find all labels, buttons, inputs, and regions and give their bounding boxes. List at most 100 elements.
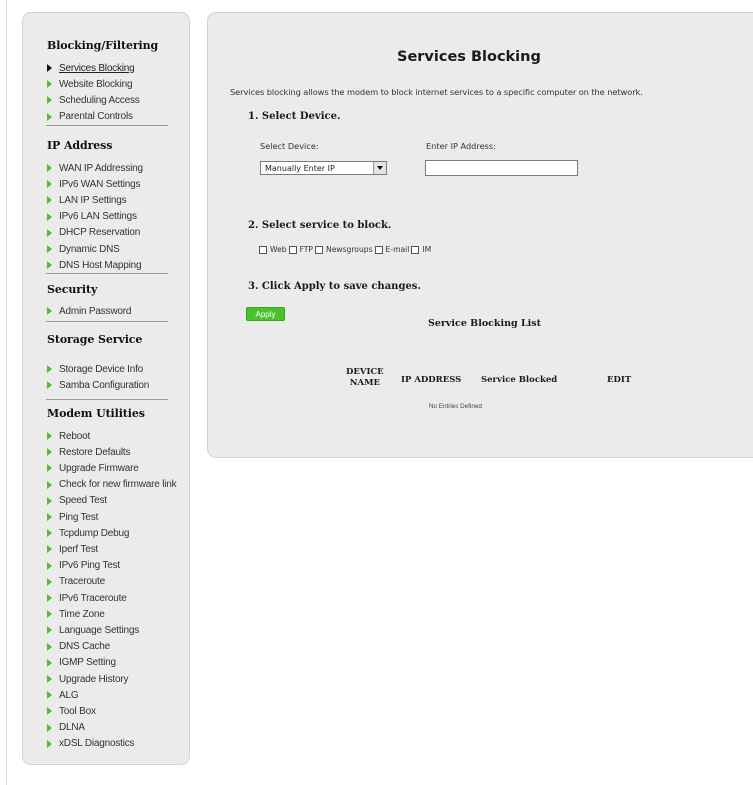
sidebar-item-samba-configuration[interactable]: Samba Configuration <box>47 378 149 392</box>
triangle-arrow-icon <box>47 112 52 121</box>
sidebar-item-storage-device-info[interactable]: Storage Device Info <box>47 362 143 376</box>
sidebar-item-check-for-new-firmware-link[interactable]: Check for new firmware link <box>47 478 177 492</box>
sidebar-item-tcpdump-debug[interactable]: Tcpdump Debug <box>47 526 129 540</box>
triangle-arrow-icon <box>47 642 52 651</box>
triangle-arrow-icon <box>47 365 52 373</box>
sidebar-item-label: Language Settings <box>59 624 140 636</box>
sidebar-item-label: Check for new firmware link <box>59 479 177 491</box>
triangle-arrow-icon <box>47 529 52 538</box>
sidebar-item-label: Iperf Test <box>59 543 98 555</box>
sidebar-item-restore-defaults[interactable]: Restore Defaults <box>47 445 130 459</box>
triangle-arrow-icon <box>47 80 52 89</box>
sidebar-item-website-blocking[interactable]: Website Blocking <box>47 77 133 91</box>
sidebar-item-label: IPv6 WAN Settings <box>59 178 141 190</box>
sidebar-item-wan-ip-addressing[interactable]: WAN IP Addressing <box>47 161 143 175</box>
sidebar-item-tool-box[interactable]: Tool Box <box>47 704 96 718</box>
service-checkbox-row: Web FTP Newsgroups E-mail IM <box>259 245 433 254</box>
sidebar-item-label: LAN IP Settings <box>59 194 127 206</box>
triangle-arrow-icon <box>47 464 52 473</box>
sidebar-item-xdsl-diagnostics[interactable]: xDSL Diagnostics <box>47 737 135 751</box>
sidebar-item-parental-controls[interactable]: Parental Controls <box>47 110 133 124</box>
sidebar-item-services-blocking[interactable]: Services Blocking <box>47 61 135 75</box>
sidebar-item-dhcp-reservation[interactable]: DHCP Reservation <box>47 226 140 240</box>
checkbox[interactable] <box>374 245 383 254</box>
select-device-value: Manually Enter IP <box>265 163 335 173</box>
sidebar-item-label: IPv6 Ping Test <box>59 560 120 572</box>
service-checkbox-newsgroups[interactable]: Newsgroups <box>315 245 375 254</box>
sidebar-item-admin-password[interactable]: Admin Password <box>47 304 131 318</box>
sidebar-item-label: IGMP Setting <box>59 657 116 669</box>
triangle-arrow-icon <box>47 212 52 221</box>
sidebar-item-language-settings[interactable]: Language Settings <box>47 623 139 637</box>
page-title: Services Blocking <box>397 49 541 65</box>
triangle-arrow-icon <box>47 432 52 440</box>
main-panel: Services Blocking Services blocking allo… <box>207 12 753 458</box>
triangle-arrow-icon <box>47 513 52 521</box>
triangle-arrow-icon <box>47 96 52 105</box>
service-checkbox-e-mail[interactable]: E-mail <box>374 245 412 254</box>
service-checkbox-web[interactable]: Web <box>259 245 289 254</box>
no-entries-message: No Entries Defined <box>429 403 482 410</box>
sidebar-item-dns-host-mapping[interactable]: DNS Host Mapping <box>47 258 142 272</box>
column-header-service-blocked: Service Blocked <box>481 375 558 385</box>
sidebar-item-label: IPv6 LAN Settings <box>59 211 137 223</box>
triangle-arrow-icon <box>47 658 52 667</box>
sidebar-section-title: IP Address <box>47 139 113 152</box>
ip-address-input[interactable] <box>425 160 578 176</box>
checkbox-label: FTP <box>299 245 314 254</box>
sidebar-item-ipv6-wan-settings[interactable]: IPv6 WAN Settings <box>47 177 140 191</box>
sidebar-item-label: ALG <box>59 689 79 701</box>
sidebar-item-ipv6-ping-test[interactable]: IPv6 Ping Test <box>47 559 120 573</box>
sidebar-item-label: Upgrade History <box>59 673 129 685</box>
triangle-arrow-icon <box>47 707 52 716</box>
sidebar-item-speed-test[interactable]: Speed Test <box>47 494 107 508</box>
left-divider-line <box>6 0 7 785</box>
sidebar-item-dlna[interactable]: DLNA <box>47 721 85 735</box>
triangle-arrow-icon <box>47 164 52 172</box>
sidebar-item-time-zone[interactable]: Time Zone <box>47 607 105 621</box>
sidebar-item-scheduling-access[interactable]: Scheduling Access <box>47 93 140 107</box>
sidebar-item-label: Scheduling Access <box>59 94 140 106</box>
sidebar-item-label: Tcpdump Debug <box>59 527 130 539</box>
sidebar-item-upgrade-firmware[interactable]: Upgrade Firmware <box>47 461 139 475</box>
sidebar-divider <box>46 321 168 322</box>
sidebar-item-ipv6-traceroute[interactable]: IPv6 Traceroute <box>47 591 127 605</box>
dropdown-arrow-icon[interactable] <box>373 162 386 174</box>
sidebar-item-label: Restore Defaults <box>59 446 131 458</box>
sidebar-item-alg[interactable]: ALG <box>47 688 79 702</box>
sidebar-item-label: Services Blocking <box>59 62 135 74</box>
sidebar-item-reboot[interactable]: Reboot <box>47 429 90 443</box>
triangle-arrow-icon <box>47 245 52 253</box>
service-checkbox-ftp[interactable]: FTP <box>288 245 315 254</box>
sidebar-item-lan-ip-settings[interactable]: LAN IP Settings <box>47 193 127 207</box>
triangle-arrow-icon <box>47 675 52 683</box>
column-header-ip-address: IP ADDRESS <box>401 375 462 385</box>
triangle-arrow-icon <box>47 448 52 457</box>
checkbox-label: IM <box>422 245 432 254</box>
service-checkbox-im[interactable]: IM <box>411 245 433 254</box>
sidebar-item-ping-test[interactable]: Ping Test <box>47 510 98 524</box>
ip-address-label: Enter IP Address: <box>426 141 496 151</box>
sidebar-item-iperf-test[interactable]: Iperf Test <box>47 542 98 556</box>
sidebar-item-label: DNS Cache <box>59 641 110 653</box>
checkbox[interactable] <box>315 245 324 254</box>
sidebar-section-title: Security <box>47 283 98 296</box>
step3-heading: 3. Click Apply to save changes. <box>248 281 421 292</box>
column-header-edit: EDIT <box>607 375 632 385</box>
sidebar-menu: Blocking/Filtering Services Blocking Websi… <box>22 12 190 765</box>
sidebar-item-dns-cache[interactable]: DNS Cache <box>47 640 110 654</box>
sidebar-item-ipv6-lan-settings[interactable]: IPv6 LAN Settings <box>47 210 137 224</box>
sidebar-item-traceroute[interactable]: Traceroute <box>47 575 105 589</box>
triangle-arrow-icon <box>47 577 52 586</box>
select-device-dropdown[interactable]: Manually Enter IP <box>260 161 387 175</box>
checkbox[interactable] <box>259 245 267 254</box>
sidebar-item-dynamic-dns[interactable]: Dynamic DNS <box>47 242 120 256</box>
sidebar-item-upgrade-history[interactable]: Upgrade History <box>47 672 128 686</box>
sidebar-item-label: Storage Device Info <box>59 363 144 375</box>
select-device-label: Select Device: <box>260 141 319 151</box>
triangle-arrow-icon <box>47 723 52 732</box>
sidebar-item-igmp-setting[interactable]: IGMP Setting <box>47 656 116 670</box>
checkbox[interactable] <box>288 245 297 254</box>
apply-button[interactable]: Apply <box>246 307 285 321</box>
checkbox[interactable] <box>411 245 420 254</box>
